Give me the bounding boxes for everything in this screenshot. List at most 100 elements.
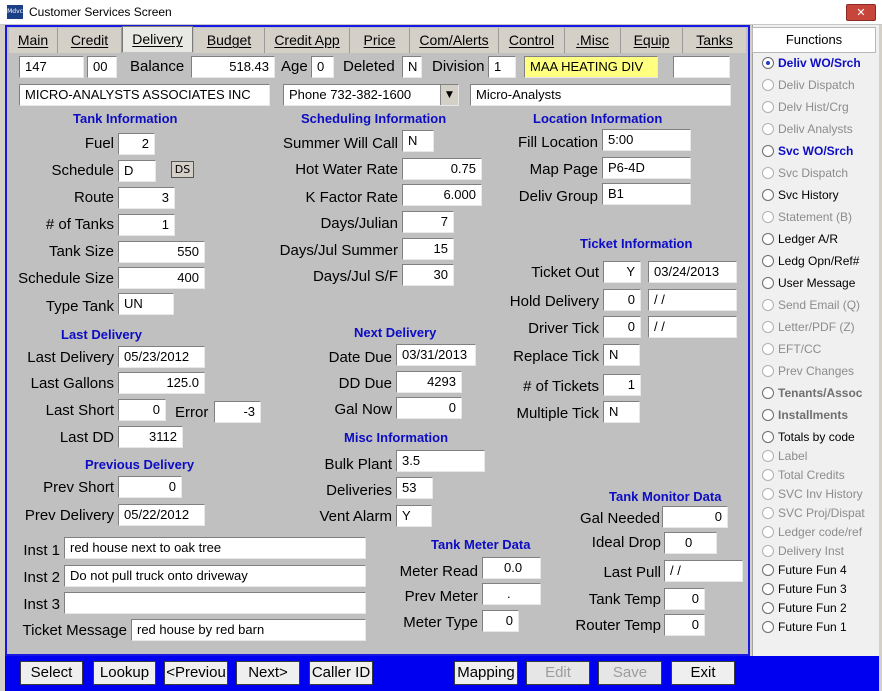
last-pull-field[interactable]: / / (664, 560, 743, 582)
prev-meter-field[interactable]: . (482, 583, 541, 605)
schedule-size-field[interactable]: 400 (118, 267, 205, 289)
tab-equip[interactable]: Equip (621, 28, 683, 53)
ticket-message-field[interactable]: red house by red barn (131, 619, 366, 641)
num-tickets-field[interactable]: 1 (603, 374, 641, 396)
summer-will-call-field[interactable]: N (402, 130, 434, 152)
tab-control[interactable]: Control (499, 28, 565, 53)
ds-button[interactable]: DS (171, 161, 194, 178)
num-tanks-field[interactable]: 1 (118, 214, 175, 236)
balance-field[interactable]: 518.43 (191, 56, 275, 78)
sub-account-field[interactable]: 00 (87, 56, 117, 78)
map-page-field[interactable]: P6-4D (602, 157, 691, 179)
last-delivery-field[interactable]: 05/23/2012 (118, 346, 205, 368)
tank-info-header: Tank Information (73, 111, 178, 126)
tab-budget[interactable]: Budget (194, 28, 265, 53)
inst3-field[interactable] (64, 592, 366, 614)
date-due-field[interactable]: 03/31/2013 (396, 344, 476, 366)
last-pull-label: Last Pull (603, 564, 661, 581)
tank-temp-field[interactable]: 0 (664, 588, 705, 610)
bulk-plant-field[interactable]: 3.5 (396, 450, 485, 472)
last-short-field[interactable]: 0 (118, 399, 166, 421)
ticket-out-date-field[interactable]: 03/24/2013 (648, 261, 737, 283)
hold-delivery-field[interactable]: 0 (603, 289, 641, 311)
days-jul-summer-field[interactable]: 15 (402, 238, 454, 260)
deliv-group-field[interactable]: B1 (602, 183, 691, 205)
inst1-field[interactable]: red house next to oak tree (64, 537, 366, 559)
misc-info-header: Misc Information (344, 430, 449, 445)
multiple-tick-field[interactable]: N (603, 401, 640, 423)
schedule-field[interactable]: D (118, 160, 156, 182)
division-field[interactable]: 1 (488, 56, 516, 78)
exit-button[interactable]: Exit (671, 661, 735, 685)
fn-label: Svc WO/Srch (778, 144, 854, 158)
tab-credit-app[interactable]: Credit App (265, 28, 350, 53)
radio-icon (762, 299, 774, 311)
ideal-drop-field[interactable]: 0 (664, 532, 717, 554)
tab-tanks[interactable]: Tanks (683, 28, 746, 53)
edit-button[interactable]: Edit (526, 661, 590, 685)
meter-read-field[interactable]: 0.0 (482, 557, 541, 579)
age-field[interactable]: 0 (311, 56, 334, 78)
hot-water-rate-field[interactable]: 0.75 (402, 158, 482, 180)
chevron-down-icon[interactable]: ▼ (440, 85, 458, 105)
vent-alarm-label: Vent Alarm (319, 508, 392, 525)
prev-meter-label: Prev Meter (404, 588, 478, 605)
inst2-field[interactable]: Do not pull truck onto driveway (64, 565, 366, 587)
radio-icon (762, 145, 774, 157)
replace-tick-field[interactable]: N (603, 344, 640, 366)
error-field[interactable]: -3 (214, 401, 261, 423)
header-extra-field[interactable] (673, 56, 730, 78)
days-jul-sf-field[interactable]: 30 (402, 264, 454, 286)
fn-label: Total Credits (778, 468, 845, 482)
deliveries-field[interactable]: 53 (396, 477, 433, 499)
gal-now-field[interactable]: 0 (396, 397, 462, 419)
phone-select[interactable]: Phone 732-382-1600 (283, 84, 459, 106)
k-factor-rate-field[interactable]: 6.000 (402, 184, 482, 206)
prev-delivery-field[interactable]: 05/22/2012 (118, 504, 205, 526)
fill-location-field[interactable]: 5:00 (602, 129, 691, 151)
tab-com-alerts[interactable]: Com/Alerts (410, 28, 499, 53)
route-field[interactable]: 3 (118, 187, 175, 209)
radio-icon (762, 583, 774, 595)
radio-icon (762, 321, 774, 333)
close-button[interactable]: ✕ (846, 4, 876, 21)
deleted-field[interactable]: N (402, 56, 422, 78)
days-julian-field[interactable]: 7 (402, 211, 454, 233)
driver-tick-date-field[interactable]: / / (648, 316, 737, 338)
radio-icon (762, 233, 774, 245)
radio-selected-icon (762, 57, 774, 69)
tab-misc[interactable]: .Misc (565, 28, 621, 53)
mapping-button[interactable]: Mapping (454, 661, 518, 685)
fuel-field[interactable]: 2 (118, 133, 155, 155)
short-name-field[interactable]: Micro-Analysts (470, 84, 731, 106)
account-number-field[interactable]: 147 (19, 56, 84, 78)
last-gallons-field[interactable]: 125.0 (118, 372, 205, 394)
driver-tick-field[interactable]: 0 (603, 316, 641, 338)
ticket-out-field[interactable]: Y (603, 261, 641, 283)
meter-type-field[interactable]: 0 (482, 610, 519, 632)
previous-button[interactable]: <Previou (164, 661, 228, 685)
hold-delivery-date-field[interactable]: / / (648, 289, 737, 311)
next-button[interactable]: Next> (236, 661, 300, 685)
date-due-label: Date Due (328, 349, 392, 366)
caller-id-button[interactable]: Caller ID (309, 661, 373, 685)
tab-main[interactable]: Main (9, 28, 58, 53)
tab-price[interactable]: Price (350, 28, 410, 53)
type-tank-field[interactable]: UN (118, 293, 174, 315)
lookup-button[interactable]: Lookup (93, 661, 156, 685)
company-name-field[interactable]: MICRO-ANALYSTS ASSOCIATES INC (19, 84, 270, 106)
save-button[interactable]: Save (598, 661, 662, 685)
router-temp-field[interactable]: 0 (664, 614, 705, 636)
dd-due-field[interactable]: 4293 (396, 371, 462, 393)
gal-needed-field[interactable]: 0 (662, 506, 728, 528)
vent-alarm-field[interactable]: Y (396, 505, 432, 527)
tank-size-field[interactable]: 550 (118, 241, 205, 263)
last-dd-label: Last DD (59, 429, 114, 446)
prev-short-field[interactable]: 0 (118, 476, 182, 498)
inst1-label: Inst 1 (23, 542, 60, 559)
meter-type-label: Meter Type (403, 614, 478, 631)
last-dd-field[interactable]: 3112 (118, 426, 183, 448)
tab-credit[interactable]: Credit (58, 28, 122, 53)
select-button[interactable]: Select (20, 661, 83, 685)
tab-delivery[interactable]: Delivery (122, 26, 193, 52)
